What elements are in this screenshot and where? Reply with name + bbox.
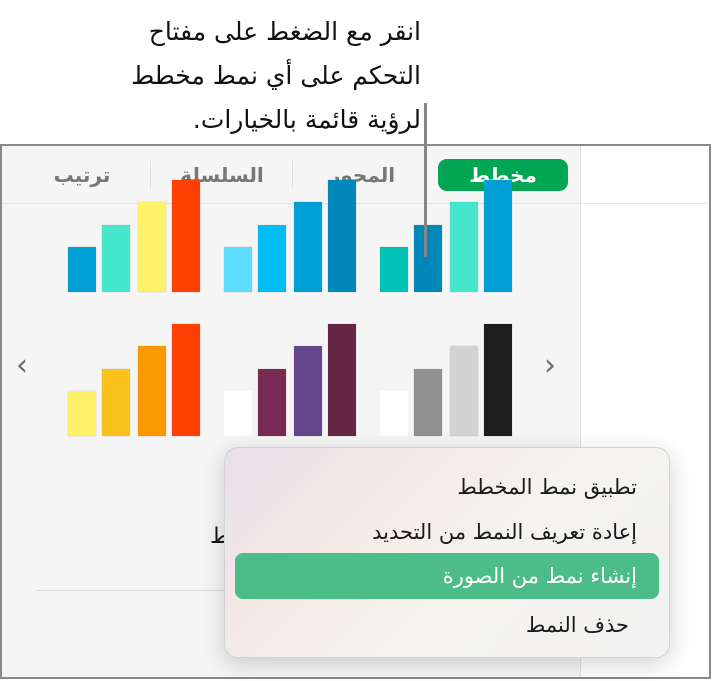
callout-line-1: انقر مع الضغط على مفتاح (148, 17, 421, 46)
menu-item-apply-chart-style[interactable]: تطبيق نمط المخطط (235, 464, 659, 510)
chart-style-thumbnail[interactable] (380, 180, 520, 300)
chart-style-bar (224, 391, 252, 436)
canvas-area-header (581, 146, 709, 204)
callout-line-2: التحكم على أي نمط مخطط (131, 61, 421, 90)
chart-style-bar (484, 180, 512, 292)
chart-style-bar (450, 202, 478, 292)
chart-style-bar (138, 346, 166, 436)
chart-style-bar (414, 369, 442, 436)
chart-style-bar (484, 324, 512, 436)
chart-style-bar (102, 369, 130, 436)
chart-style-bar (172, 180, 200, 292)
chart-style-bar (380, 247, 408, 292)
chart-style-thumbnail[interactable] (224, 324, 364, 444)
chart-style-bar (138, 202, 166, 292)
chart-style-thumbnail[interactable] (68, 324, 208, 444)
chart-style-bar (328, 180, 356, 292)
callout-line-3: لرؤية قائمة بالخيارات. (192, 105, 421, 134)
chart-style-bar (172, 324, 200, 436)
callout-pointer-line (424, 103, 427, 257)
chart-style-thumbnail[interactable] (380, 324, 520, 444)
menu-item-create-style-from-image[interactable]: إنشاء نمط من الصورة (235, 553, 659, 599)
chevron-right-icon[interactable]: › (544, 351, 556, 381)
chart-style-bar (328, 324, 356, 436)
chart-style-bar (224, 247, 252, 292)
chart-style-bar (380, 391, 408, 436)
divider (36, 590, 226, 591)
chart-style-bar (258, 369, 286, 436)
chart-style-bar (450, 346, 478, 436)
chart-style-bar (68, 247, 96, 292)
chart-style-bar (414, 225, 442, 292)
chart-style-thumbnail[interactable] (68, 180, 208, 300)
chart-style-bar (68, 391, 96, 436)
menu-item-redefine-style-from-selection[interactable]: إعادة تعريف النمط من التحديد (235, 509, 659, 555)
context-menu: تطبيق نمط المخطط إعادة تعريف النمط من ال… (224, 447, 670, 658)
callout-annotation: انقر مع الضغط على مفتاح التحكم على أي نم… (101, 10, 421, 142)
menu-item-delete-style[interactable]: حذف النمط (235, 602, 659, 648)
chevron-left-icon[interactable]: ‹ (16, 351, 28, 381)
chart-style-bar (102, 225, 130, 292)
chart-style-bar (258, 225, 286, 292)
chart-style-bar (294, 346, 322, 436)
chart-style-bar (294, 202, 322, 292)
chart-style-thumbnail[interactable] (224, 180, 364, 300)
